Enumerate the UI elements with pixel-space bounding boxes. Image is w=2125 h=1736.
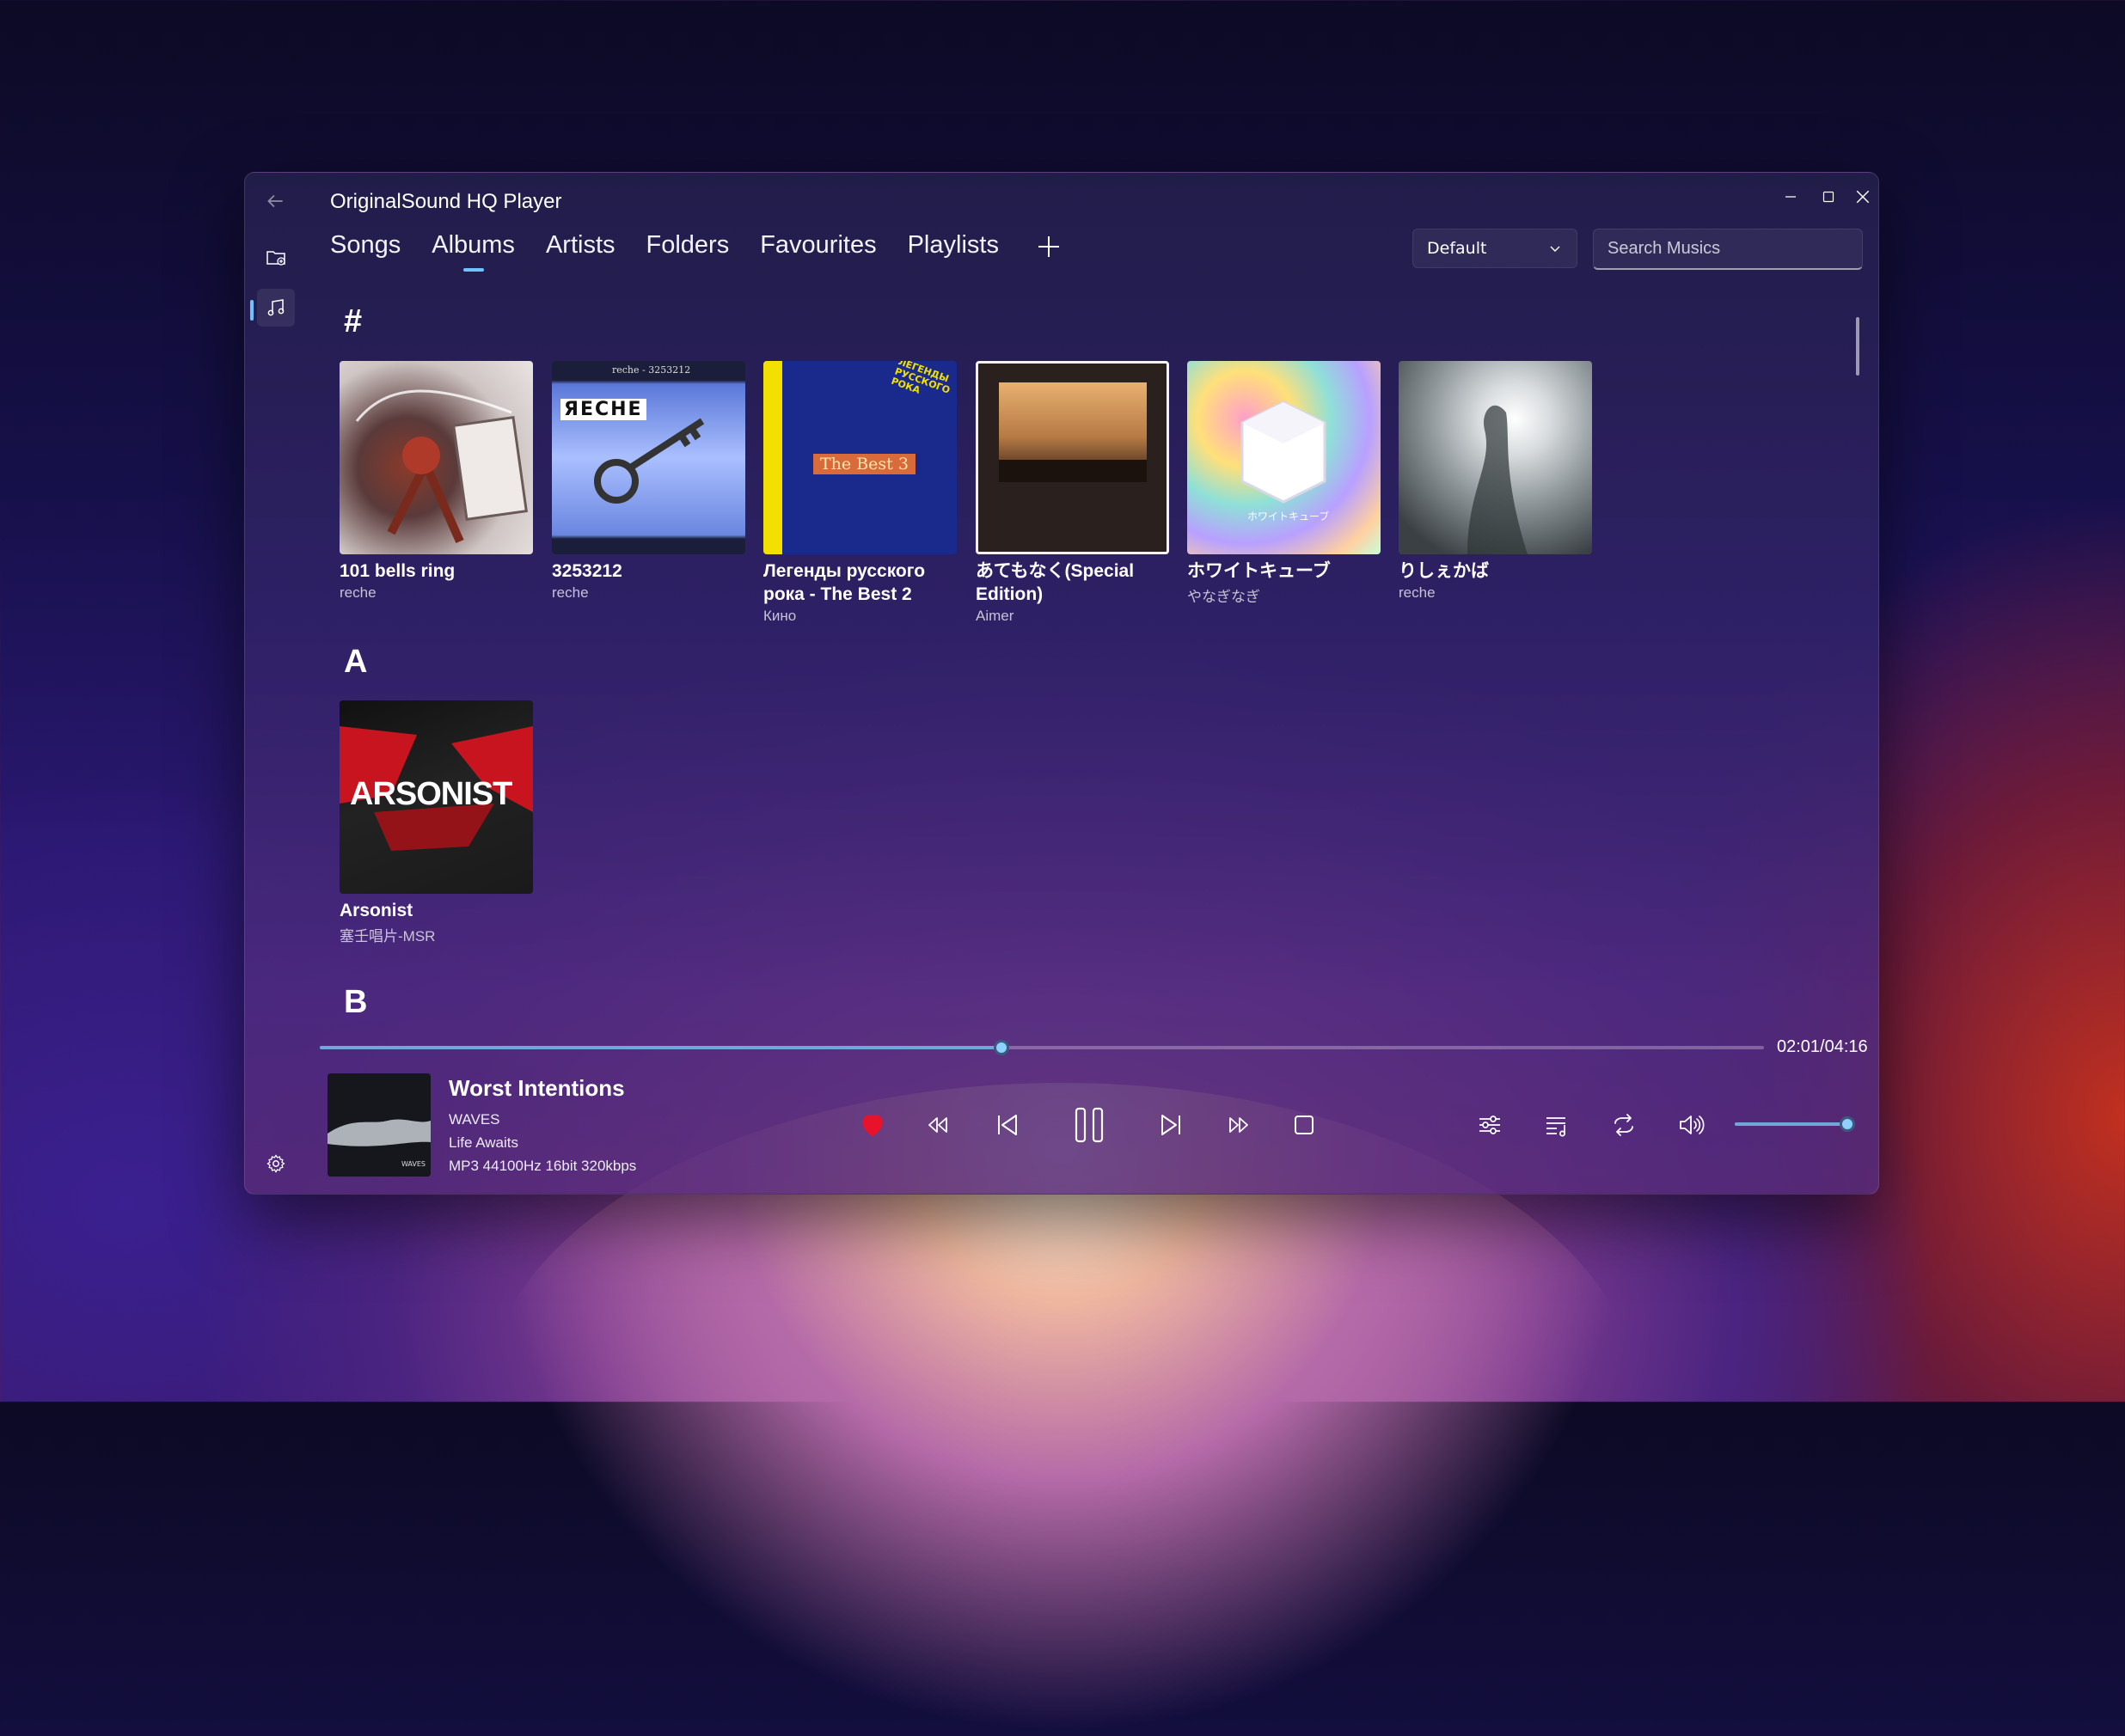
gear-icon — [266, 1154, 285, 1173]
album-cover: ホワイトキューブ — [1187, 361, 1381, 554]
now-playing-cover: WAVES — [328, 1073, 431, 1177]
cover-text: ARSONIST — [350, 776, 512, 812]
seek-bar-thumb[interactable] — [993, 1040, 1009, 1055]
fast-forward-icon — [1229, 1117, 1248, 1133]
sort-selected: Default — [1427, 239, 1487, 258]
album-cover: ARSONIST — [340, 700, 533, 894]
speaker-icon — [1680, 1116, 1705, 1134]
skip-next-icon — [1161, 1115, 1180, 1135]
content-scrollbar[interactable] — [1856, 317, 1859, 376]
previous-button[interactable] — [986, 1104, 1027, 1146]
folder-icon — [266, 251, 285, 266]
album-artist: Aimer — [976, 608, 1014, 624]
close-button[interactable] — [1828, 180, 1878, 214]
settings-button[interactable] — [257, 1145, 295, 1183]
stop-icon — [1295, 1116, 1314, 1134]
album-card[interactable]: reche - 3253212 ЯЕСНЕ 3253212 reche — [552, 361, 745, 602]
now-playing-artist: WAVES — [449, 1111, 500, 1128]
album-artist: reche — [340, 584, 377, 601]
tab-favourites[interactable]: Favourites — [760, 231, 876, 260]
repeat-button[interactable] — [1605, 1106, 1643, 1144]
heart-icon — [862, 1115, 883, 1137]
cover-text: ホワイトキューブ — [1247, 510, 1330, 523]
volume-button[interactable] — [1672, 1106, 1710, 1144]
search-input[interactable] — [1593, 229, 1863, 270]
album-cover: reche - 3253212 ЯЕСНЕ — [552, 361, 745, 554]
equalizer-button[interactable] — [1471, 1106, 1509, 1144]
group-header-hash: # — [344, 303, 363, 339]
playback-time: 02:01/04:16 — [1777, 1037, 1868, 1056]
group-header-b: B — [344, 984, 368, 1020]
close-icon — [1856, 190, 1870, 204]
album-card[interactable]: ARSONIST Arsonist 塞壬唱片-MSR — [340, 700, 533, 945]
next-button[interactable] — [1151, 1104, 1192, 1146]
back-arrow-icon[interactable] — [264, 190, 286, 212]
library-nav-button[interactable] — [257, 289, 295, 327]
volume-slider-level — [1735, 1122, 1848, 1126]
tab-playlists[interactable]: Playlists — [908, 231, 999, 260]
album-title: 3253212 — [552, 561, 622, 581]
rewind-button[interactable] — [919, 1106, 957, 1144]
tab-albums[interactable]: Albums — [432, 231, 515, 260]
album-artist: reche — [552, 584, 589, 601]
volume-slider[interactable] — [1735, 1116, 1856, 1132]
playlist-icon — [1546, 1117, 1565, 1137]
album-title: ホワイトキューブ — [1187, 561, 1331, 581]
now-playing-format: MP3 44100Hz 16bit 320kbps — [449, 1158, 637, 1174]
nav-active-indicator — [250, 300, 254, 321]
add-tab-icon[interactable] — [1033, 231, 1064, 262]
album-artist: Кино — [763, 608, 797, 624]
now-playing-album: Life Awaits — [449, 1134, 518, 1151]
pause-button[interactable] — [1065, 1101, 1113, 1149]
cover-text: ЛЕГЕНДЫ РУССКОГО РОКА — [889, 361, 952, 396]
equalizer-icon — [1479, 1116, 1500, 1134]
album-title: あてもなく(Special Edition) — [976, 561, 1135, 604]
music-note-icon — [267, 299, 285, 316]
album-cover — [976, 361, 1169, 554]
album-card[interactable]: ホワイトキューブ ホワイトキューブ やなぎなぎ — [1187, 361, 1381, 606]
seek-bar[interactable] — [320, 1040, 1764, 1055]
album-card[interactable]: あてもなく(Special Edition) Aimer — [976, 361, 1169, 625]
favourite-button[interactable] — [854, 1106, 891, 1144]
album-card[interactable]: 101 bells ring reche — [340, 361, 533, 602]
now-playing-title: Worst Intentions — [449, 1075, 625, 1101]
group-header-a: A — [344, 644, 368, 680]
app-window: OriginalSound HQ Player Songs Albums Art… — [244, 172, 1879, 1195]
album-cover — [1399, 361, 1592, 554]
open-folder-button[interactable] — [257, 238, 295, 276]
album-artist: reche — [1399, 584, 1436, 601]
cover-text: The Best 3 — [813, 454, 916, 474]
tab-songs[interactable]: Songs — [330, 231, 401, 260]
album-title: Легенды русского рока - The Best 2 — [763, 561, 926, 604]
fast-forward-button[interactable] — [1220, 1106, 1258, 1144]
tab-folders[interactable]: Folders — [646, 231, 730, 260]
minimize-icon — [1785, 196, 1796, 198]
album-cover: ЛЕГЕНДЫ РУССКОГО РОКА The Best 3 — [763, 361, 957, 554]
album-title: Arsonist — [340, 901, 413, 920]
album-title: りしぇかば — [1399, 561, 1489, 581]
repeat-icon — [1614, 1114, 1633, 1136]
album-title: 101 bells ring — [340, 561, 456, 581]
volume-slider-thumb[interactable] — [1840, 1116, 1856, 1132]
pause-icon — [1075, 1107, 1104, 1143]
seek-bar-progress — [320, 1046, 1001, 1049]
tab-artists[interactable]: Artists — [546, 231, 615, 260]
app-title: OriginalSound HQ Player — [330, 190, 562, 213]
album-card[interactable]: ЛЕГЕНДЫ РУССКОГО РОКА The Best 3 Легенды… — [763, 361, 957, 625]
queue-button[interactable] — [1538, 1106, 1576, 1144]
chevron-down-icon — [1550, 246, 1560, 252]
album-artist: やなぎなぎ — [1187, 589, 1260, 605]
cover-text: WAVES — [401, 1160, 426, 1168]
library-tabs: Songs Albums Artists Folders Favourites … — [330, 231, 999, 260]
album-cover — [340, 361, 533, 554]
album-card[interactable]: りしぇかば reche — [1399, 361, 1592, 602]
rewind-icon — [928, 1117, 947, 1133]
skip-previous-icon — [998, 1115, 1017, 1135]
album-artist: 塞壬唱片-MSR — [340, 928, 436, 944]
stop-button[interactable] — [1285, 1106, 1323, 1144]
sort-dropdown[interactable]: Default — [1412, 229, 1577, 268]
